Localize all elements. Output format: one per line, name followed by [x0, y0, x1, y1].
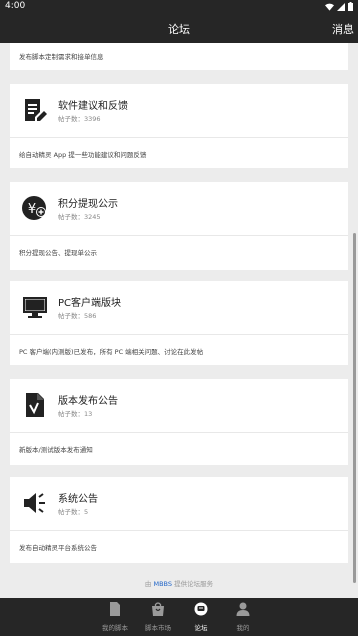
battery-icon	[348, 2, 353, 11]
document-edit-icon	[25, 99, 47, 121]
nav-label: 我的	[236, 624, 250, 632]
forum-description: PC 客户端(内测版)已发布，所有 PC 端相关问题、讨论在此发帖	[19, 348, 204, 356]
forum-card[interactable]: 软件建议和反馈 帖子数：3396 给自动精灵 App 提一些功能建议和问题反馈	[10, 84, 348, 168]
forum-description: 发布脚本定制需求和接单信息	[19, 53, 104, 61]
forum-card[interactable]: 版本发布公告 帖子数：13 新版本/测试版本发布通知	[10, 379, 348, 465]
forum-description: 新版本/测试版本发布通知	[19, 446, 93, 454]
forum-card-header[interactable]: 版本发布公告 帖子数：13	[10, 379, 348, 432]
file-icon	[110, 602, 120, 616]
post-count: 帖子数：586	[58, 312, 97, 320]
forum-title: 软件建议和反馈	[58, 101, 128, 112]
forum-card-header[interactable]: PC客户端版块 帖子数：586	[10, 281, 348, 334]
forum-description: 发布自动精灵平台系统公告	[19, 544, 97, 552]
coin-add-icon: ¥	[22, 196, 46, 220]
divider	[10, 137, 348, 138]
forum-description: 给自动精灵 App 提一些功能建议和问题反馈	[19, 151, 147, 159]
forum-card-header[interactable]: 系统公告 帖子数：5	[10, 477, 348, 530]
nav-item-me[interactable]: 我的	[223, 598, 263, 636]
wifi-icon	[325, 3, 334, 11]
svg-text:¥: ¥	[28, 202, 36, 217]
forum-card[interactable]: 系统公告 帖子数：5 发布自动精灵平台系统公告	[10, 477, 348, 563]
monitor-icon	[23, 297, 47, 318]
post-count: 帖子数：5	[58, 508, 89, 516]
forum-card[interactable]: PC客户端版块 帖子数：586 PC 客户端(内测版)已发布，所有 PC 端相关…	[10, 281, 348, 365]
forum-title: 版本发布公告	[58, 396, 118, 407]
status-time: 4:00	[5, 1, 26, 11]
divider	[10, 530, 348, 531]
person-icon	[236, 602, 250, 616]
shopping-bag-icon	[152, 602, 164, 616]
forum-title: 系统公告	[58, 494, 98, 505]
post-count: 帖子数：3245	[58, 213, 101, 221]
divider	[10, 334, 348, 335]
footer-note: 由 MBBS 提供论坛服务	[0, 578, 358, 588]
post-count: 帖子数：13	[58, 410, 93, 418]
bottom-nav: 我的脚本 脚本市场 论坛 我的	[0, 598, 358, 636]
status-icons	[325, 2, 353, 11]
forum-card-partial[interactable]: 发布脚本定制需求和接单信息	[10, 43, 348, 70]
speaker-icon	[24, 493, 45, 513]
forum-chat-icon	[194, 602, 208, 616]
app-bar: 论坛 消息	[0, 14, 358, 43]
status-bar: 4:00	[0, 0, 358, 14]
messages-button[interactable]: 消息	[332, 21, 354, 37]
page-title: 论坛	[168, 23, 190, 36]
signal-icon	[337, 2, 345, 11]
forum-title: 积分提现公示	[58, 199, 118, 210]
footer-suffix: 提供论坛服务	[174, 580, 214, 588]
forum-list[interactable]: 发布脚本定制需求和接单信息 软件建议和反馈 帖子数：3396 给自动精灵 App…	[0, 43, 358, 598]
forum-description: 积分提现公告、提现单公示	[19, 249, 97, 257]
divider	[10, 235, 348, 236]
document-check-icon	[26, 393, 44, 417]
divider	[10, 432, 348, 433]
footer-prefix: 由	[144, 580, 152, 588]
scrollbar-thumb[interactable]	[353, 233, 356, 583]
mbbs-link[interactable]: MBBS	[153, 580, 172, 588]
forum-card[interactable]: ¥ 积分提现公示 帖子数：3245 积分提现公告、提现单公示	[10, 182, 348, 270]
forum-card-header[interactable]: ¥ 积分提现公示 帖子数：3245	[10, 182, 348, 235]
post-count: 帖子数：3396	[58, 115, 101, 123]
forum-title: PC客户端版块	[58, 298, 122, 309]
forum-card-header[interactable]: 软件建议和反馈 帖子数：3396	[10, 84, 348, 137]
